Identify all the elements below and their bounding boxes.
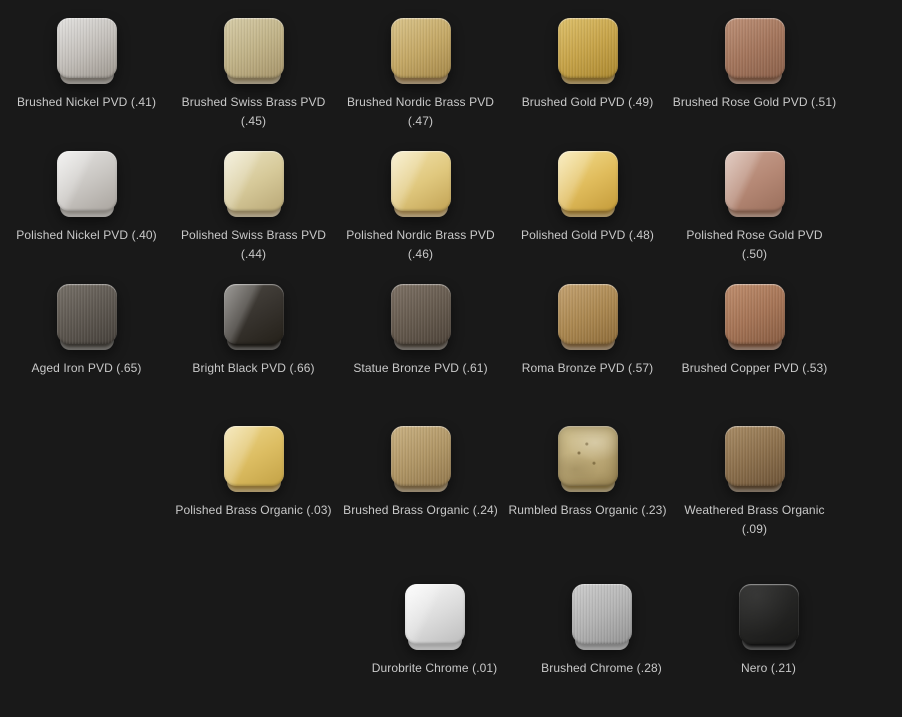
- finish-row-brushed-pvd: Brushed Nickel PVD (.41) Brushed Swiss B…: [3, 18, 902, 151]
- finish-label: Polished Rose Gold PVD (.50): [673, 226, 837, 264]
- finish-label: Nero (.21): [741, 659, 796, 678]
- finish-tile: [572, 584, 632, 650]
- finish-swatch[interactable]: Polished Brass Organic (.03): [170, 426, 337, 520]
- finish-row-polished-pvd: Polished Nickel PVD (.40) Polished Swiss…: [3, 151, 902, 284]
- finish-swatch[interactable]: Brushed Swiss Brass PVD (.45): [170, 18, 337, 131]
- finish-tile: [558, 18, 618, 84]
- finish-swatch[interactable]: Brushed Rose Gold PVD (.51): [671, 18, 838, 112]
- finish-label: Brushed Brass Organic (.24): [343, 501, 498, 520]
- finish-tile: [558, 426, 618, 492]
- finish-tile-face: [391, 151, 451, 211]
- finish-swatch[interactable]: Brushed Brass Organic (.24): [337, 426, 504, 520]
- finish-tile: [725, 151, 785, 217]
- finish-swatch[interactable]: Bright Black PVD (.66): [170, 284, 337, 378]
- finish-tile-face: [558, 18, 618, 78]
- finish-grid: Brushed Nickel PVD (.41) Brushed Swiss B…: [3, 0, 902, 717]
- finish-tile-face: [725, 151, 785, 211]
- finish-label: Polished Gold PVD (.48): [521, 226, 654, 245]
- finish-tile-face: [725, 18, 785, 78]
- finish-tile-face: [558, 151, 618, 211]
- finish-tile-face: [57, 151, 117, 211]
- finish-tile-face: [57, 18, 117, 78]
- finish-label: Brushed Gold PVD (.49): [522, 93, 654, 112]
- finish-label: Brushed Copper PVD (.53): [682, 359, 828, 378]
- finish-label: Aged Iron PVD (.65): [32, 359, 142, 378]
- finish-tile: [224, 18, 284, 84]
- finish-swatch[interactable]: Statue Bronze PVD (.61): [337, 284, 504, 378]
- finish-label: Brushed Rose Gold PVD (.51): [673, 93, 836, 112]
- finish-swatch[interactable]: Brushed Gold PVD (.49): [504, 18, 671, 112]
- finish-tile-face: [405, 584, 465, 644]
- finish-tile-face: [224, 18, 284, 78]
- finish-swatch[interactable]: Brushed Nickel PVD (.41): [3, 18, 170, 112]
- finish-swatch[interactable]: Polished Nordic Brass PVD (.46): [337, 151, 504, 264]
- finish-swatch[interactable]: Aged Iron PVD (.65): [3, 284, 170, 378]
- finish-label: Polished Swiss Brass PVD (.44): [181, 226, 326, 264]
- finish-tile-face: [224, 151, 284, 211]
- finish-row-dark-pvd: Aged Iron PVD (.65) Bright Black PVD (.6…: [3, 284, 902, 417]
- finish-label: Roma Bronze PVD (.57): [522, 359, 653, 378]
- finish-swatch[interactable]: Polished Rose Gold PVD (.50): [671, 151, 838, 264]
- finish-label: Polished Brass Organic (.03): [175, 501, 331, 520]
- finish-label: Statue Bronze PVD (.61): [353, 359, 487, 378]
- finish-tile: [391, 426, 451, 492]
- finish-label: Rumbled Brass Organic (.23): [508, 501, 666, 520]
- finish-tile-face: [725, 426, 785, 486]
- finish-tile-face: [725, 284, 785, 344]
- finish-tile: [725, 426, 785, 492]
- finish-swatch[interactable]: Durobrite Chrome (.01): [351, 584, 518, 678]
- finish-tile-face: [572, 584, 632, 644]
- finish-tile: [405, 584, 465, 650]
- finish-tile: [57, 151, 117, 217]
- finish-tile: [391, 284, 451, 350]
- finish-tile: [224, 151, 284, 217]
- finish-tile-face: [391, 284, 451, 344]
- finish-tile-face: [558, 426, 618, 486]
- finish-label: Durobrite Chrome (.01): [372, 659, 498, 678]
- finish-tile-face: [224, 426, 284, 486]
- finish-row-chrome: Durobrite Chrome (.01) Brushed Chrome (.…: [3, 584, 902, 717]
- finish-tile: [739, 584, 799, 650]
- finish-tile-face: [391, 426, 451, 486]
- finish-tile: [57, 284, 117, 350]
- finish-swatch[interactable]: Brushed Chrome (.28): [518, 584, 685, 678]
- finish-tile: [725, 18, 785, 84]
- finish-tile-face: [224, 284, 284, 344]
- finish-swatch[interactable]: Polished Gold PVD (.48): [504, 151, 671, 245]
- finish-swatch[interactable]: Polished Swiss Brass PVD (.44): [170, 151, 337, 264]
- finish-tile: [57, 18, 117, 84]
- finish-tile: [224, 284, 284, 350]
- finish-tile: [224, 426, 284, 492]
- finish-tile-face: [57, 284, 117, 344]
- finish-tile-face: [558, 284, 618, 344]
- finish-tile: [391, 18, 451, 84]
- finish-swatch[interactable]: Polished Nickel PVD (.40): [3, 151, 170, 245]
- finish-row-organic: Polished Brass Organic (.03) Brushed Bra…: [3, 426, 902, 559]
- finish-label: Polished Nickel PVD (.40): [16, 226, 157, 245]
- finish-label: Polished Nordic Brass PVD (.46): [346, 226, 495, 264]
- finish-label: Brushed Nordic Brass PVD (.47): [347, 93, 494, 131]
- finish-swatch[interactable]: Rumbled Brass Organic (.23): [504, 426, 671, 520]
- finish-swatch[interactable]: Nero (.21): [685, 584, 852, 678]
- finish-label: Brushed Chrome (.28): [541, 659, 662, 678]
- finish-swatch[interactable]: Brushed Nordic Brass PVD (.47): [337, 18, 504, 131]
- finish-tile: [391, 151, 451, 217]
- finish-swatch[interactable]: Weathered Brass Organic (.09): [671, 426, 838, 539]
- finish-label: Weathered Brass Organic (.09): [684, 501, 824, 539]
- finish-label: Brushed Swiss Brass PVD (.45): [182, 93, 326, 131]
- finish-tile: [558, 284, 618, 350]
- finish-swatch[interactable]: Roma Bronze PVD (.57): [504, 284, 671, 378]
- finish-tile: [725, 284, 785, 350]
- finish-swatch[interactable]: Brushed Copper PVD (.53): [671, 284, 838, 378]
- finish-tile: [558, 151, 618, 217]
- finish-label: Bright Black PVD (.66): [192, 359, 314, 378]
- finish-label: Brushed Nickel PVD (.41): [17, 93, 156, 112]
- finish-tile-face: [391, 18, 451, 78]
- finish-tile-face: [739, 584, 799, 644]
